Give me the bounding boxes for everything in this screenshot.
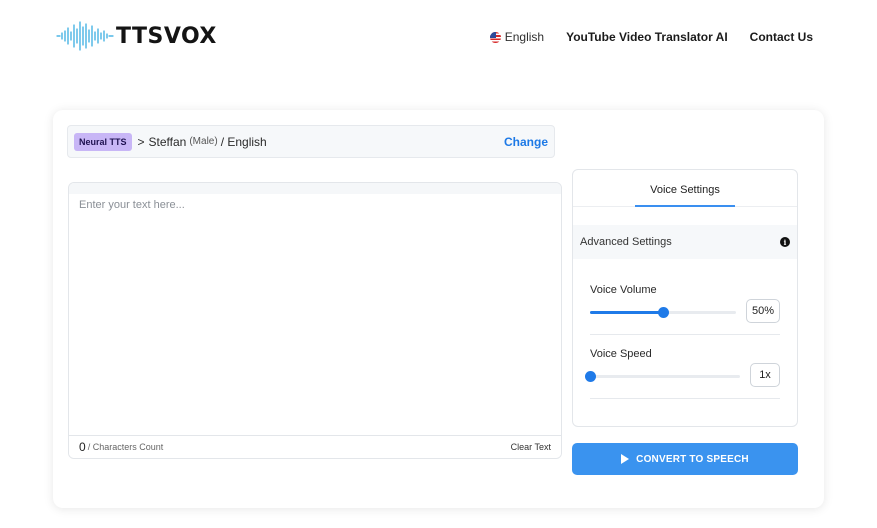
change-voice-button[interactable]: Change — [504, 135, 548, 149]
language-selector[interactable]: English — [489, 30, 545, 44]
speed-slider-row: 1x — [585, 363, 780, 393]
text-editor: 0 / Characters Count Clear Text — [68, 182, 562, 459]
volume-label: Voice Volume — [590, 284, 657, 296]
us-flag-icon — [489, 31, 501, 43]
character-count: 0 — [79, 440, 86, 454]
character-count-label: / Characters Count — [87, 442, 164, 452]
top-nav: English YouTube Video Translator AI Cont… — [489, 30, 813, 44]
soundwave-icon — [56, 21, 114, 51]
selected-voice-bar: Neural TTS > Steffan (Male) / English Ch… — [67, 125, 555, 158]
site-header: TTSVOX English YouTube Video Translator … — [0, 0, 877, 74]
volume-control: Voice Volume 50% — [590, 284, 780, 335]
clear-text-button[interactable]: Clear Text — [511, 442, 551, 452]
volume-slider[interactable] — [590, 307, 736, 318]
speed-divider — [590, 398, 780, 399]
voice-language: / English — [220, 134, 267, 149]
voice-settings-panel: Voice Settings Advanced Settings i Voice… — [572, 169, 798, 427]
editor-footer: 0 / Characters Count Clear Text — [69, 435, 561, 458]
voice-name: Steffan — [148, 134, 187, 149]
text-input[interactable] — [69, 194, 561, 437]
voice-separator: > — [137, 134, 145, 149]
speed-control: Voice Speed 1x — [585, 348, 780, 399]
advanced-settings-toggle[interactable]: Advanced Settings i — [573, 225, 797, 259]
convert-label: CONVERT TO SPEECH — [636, 453, 749, 465]
brand-name: TTSVOX — [116, 23, 217, 49]
brand-logo[interactable]: TTSVOX — [56, 20, 217, 52]
volume-divider — [590, 334, 780, 335]
volume-slider-fill — [590, 311, 663, 314]
language-label: English — [504, 30, 545, 44]
tts-card: Neural TTS > Steffan (Male) / English Ch… — [53, 110, 824, 508]
advanced-settings-label: Advanced Settings — [580, 236, 672, 248]
convert-to-speech-button[interactable]: CONVERT TO SPEECH — [572, 443, 798, 475]
voice-gender: (Male) — [189, 136, 218, 147]
play-icon — [621, 454, 630, 464]
settings-tabs: Voice Settings — [573, 170, 797, 207]
editor-toolbar — [69, 183, 561, 194]
engine-badge: Neural TTS — [74, 132, 132, 151]
volume-value[interactable]: 50% — [746, 299, 780, 323]
tab-voice-settings[interactable]: Voice Settings — [635, 184, 735, 207]
nav-link-youtube-translator[interactable]: YouTube Video Translator AI — [566, 30, 728, 44]
volume-slider-thumb[interactable] — [658, 307, 669, 318]
nav-link-contact[interactable]: Contact Us — [750, 30, 813, 44]
info-icon[interactable]: i — [780, 237, 790, 247]
volume-slider-row: 50% — [590, 299, 780, 329]
speed-label: Voice Speed — [590, 348, 652, 360]
speed-slider[interactable] — [585, 371, 740, 382]
speed-value[interactable]: 1x — [750, 363, 780, 387]
speed-slider-thumb[interactable] — [585, 371, 596, 382]
